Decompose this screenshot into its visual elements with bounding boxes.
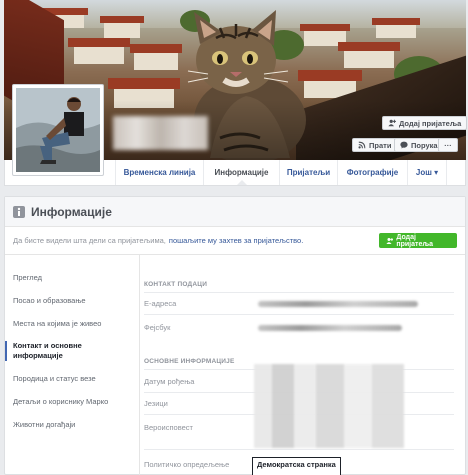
rss-icon	[358, 141, 366, 149]
tab-about[interactable]: Информације	[203, 160, 279, 185]
sidebar-item-life-events[interactable]: Животни догађаји	[13, 420, 133, 430]
roof	[338, 42, 400, 51]
sidebar-item-details[interactable]: Детаљи о кориснику Марко	[13, 397, 133, 407]
profile-picture[interactable]	[12, 84, 104, 176]
roof	[108, 78, 180, 89]
follow-label: Прати	[369, 140, 392, 150]
tab-photos[interactable]: Фотографије	[337, 160, 407, 185]
add-friend-green-button[interactable]: Додај пријатеља	[379, 233, 457, 248]
about-header: Информације	[5, 197, 465, 227]
tab-friends-label: Пријатељи	[286, 168, 331, 177]
info-icon	[13, 205, 25, 218]
roof	[100, 16, 144, 23]
more-label: ···	[444, 140, 452, 150]
email-label: Е-адреса	[144, 299, 177, 308]
roof	[130, 44, 182, 53]
house	[74, 46, 124, 64]
about-title: Информације	[31, 204, 112, 219]
person-photo	[16, 88, 100, 172]
tab-more[interactable]: Још ▾	[407, 160, 447, 185]
house	[134, 52, 178, 70]
political-value: Демократска странка	[252, 457, 341, 475]
religion-label: Вероисповест	[144, 423, 193, 432]
about-sidebar: Преглед Посао и образовање Места на који…	[5, 255, 140, 475]
facebook-label: Фејсбук	[144, 323, 171, 332]
tab-about-label: Информације	[214, 168, 269, 177]
send-request-link[interactable]: пошаљите му захтев за пријатељство.	[169, 236, 303, 245]
follow-button[interactable]: Прати	[352, 138, 398, 152]
languages-label: Језици	[144, 399, 168, 408]
tab-timeline[interactable]: Временска линија	[115, 160, 203, 185]
message-icon	[400, 141, 408, 149]
add-friend-label: Додај пријатеља	[399, 118, 462, 128]
sidebar-item-family[interactable]: Породица и статус везе	[13, 374, 133, 384]
profile-photo	[16, 88, 100, 172]
email-value-blurred	[258, 301, 418, 307]
divider	[144, 314, 454, 315]
political-label: Политичко опредељење	[144, 460, 230, 469]
add-friend-icon	[386, 237, 394, 244]
add-friend-green-label: Додај пријатеља	[396, 233, 434, 248]
house	[344, 50, 394, 68]
more-options-button[interactable]: ···	[438, 138, 458, 152]
divider	[144, 292, 454, 293]
tab-more-label: Још ▾	[415, 168, 439, 177]
sidebar-item-contact-basic[interactable]: Контакт и основне информације	[5, 341, 133, 361]
sidebar-item-places[interactable]: Места на којима је живео	[13, 319, 133, 329]
tab-timeline-label: Временска линија	[123, 168, 196, 177]
house	[104, 22, 140, 38]
roof	[372, 18, 420, 25]
tab-friends[interactable]: Пријатељи	[279, 160, 337, 185]
add-friend-button[interactable]: Додај пријатеља	[382, 116, 468, 130]
profile-name-blurred	[113, 116, 208, 150]
basic-section-title: ОСНОВНЕ ИНФОРМАЦИЈЕ	[144, 358, 235, 365]
sidebar-item-work-education[interactable]: Посао и образовање	[13, 296, 133, 306]
tab-photos-label: Фотографије	[346, 168, 399, 177]
birthday-label: Датум рођења	[144, 377, 195, 386]
message-label: Порука	[411, 140, 438, 150]
add-friend-icon	[388, 119, 396, 127]
roof	[68, 38, 130, 47]
house	[376, 24, 416, 38]
facebook-value-blurred	[258, 325, 402, 331]
notice-text: Да бисте видели шта дели са пријатељима,	[13, 236, 166, 245]
basic-info-blurred	[254, 364, 404, 448]
divider	[144, 449, 454, 450]
message-button[interactable]: Порука	[394, 138, 444, 152]
sidebar-item-overview[interactable]: Преглед	[13, 273, 133, 283]
contact-section-title: КОНТАКТ ПОДАЦИ	[144, 281, 208, 288]
